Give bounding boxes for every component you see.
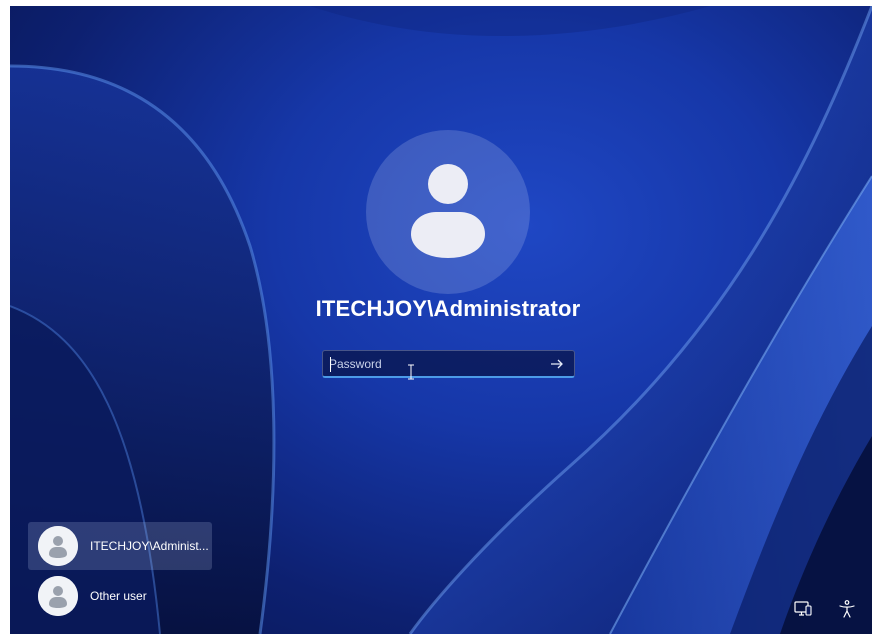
system-tray (792, 598, 862, 620)
avatar (38, 526, 78, 566)
text-caret (330, 357, 331, 372)
lock-screen: ITECHJOY\Administrator ITECHJOY\Administ… (10, 6, 872, 634)
user-avatar-icon (411, 164, 485, 258)
user-avatar-icon (38, 526, 78, 566)
user-item-label: Other user (90, 589, 147, 603)
password-input[interactable] (329, 354, 529, 374)
avatar (38, 576, 78, 616)
user-avatar-icon (38, 576, 78, 616)
user-item-administrator[interactable]: ITECHJOY\Administ... (28, 522, 212, 570)
network-icon[interactable] (792, 598, 814, 620)
arrow-right-icon[interactable] (548, 355, 566, 373)
account-username: ITECHJOY\Administrator (315, 296, 581, 321)
password-field[interactable] (322, 350, 575, 378)
ibeam-cursor-icon (408, 364, 414, 380)
user-item-other-user[interactable]: Other user (28, 572, 212, 620)
user-avatar-large (366, 130, 530, 294)
accessibility-icon[interactable] (836, 598, 858, 620)
user-switcher-list: ITECHJOY\Administ... Other user (28, 522, 214, 622)
user-item-label: ITECHJOY\Administ... (90, 539, 209, 553)
